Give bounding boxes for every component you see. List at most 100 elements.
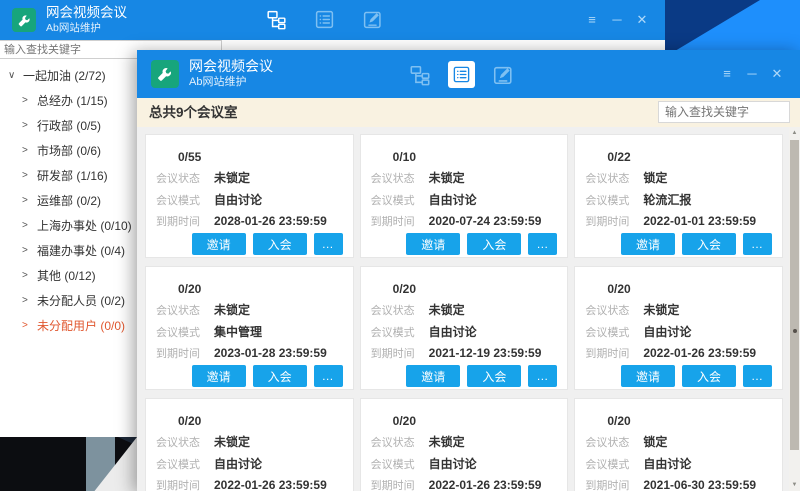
- room-status: 未锁定: [429, 169, 465, 186]
- tree-item-label: 未分配用户 (0/0): [37, 317, 125, 334]
- join-button[interactable]: 入会: [253, 365, 307, 387]
- room-mode: 自由讨论: [429, 323, 477, 340]
- minimize-icon[interactable]: ─: [610, 12, 624, 28]
- scrollbar[interactable]: ▲ ▼: [789, 127, 800, 491]
- meeting-rooms-window: 网会视频会议 Ab网站维护 ≡ ─ ✕ 总共9个会议室 例会会议室: [137, 50, 800, 491]
- close-icon[interactable]: ✕: [770, 66, 784, 82]
- chevron-icon[interactable]: >: [22, 270, 37, 281]
- summary-bar: 总共9个会议室: [137, 98, 800, 127]
- wallpaper-navy-triangle: [665, 0, 800, 50]
- close-icon[interactable]: ✕: [635, 12, 649, 28]
- expiry-label: 到期时间: [371, 345, 429, 361]
- invite-button[interactable]: 邀请: [406, 365, 460, 387]
- mode-label: 会议模式: [156, 192, 214, 208]
- room-occupancy: 0/20: [607, 414, 630, 428]
- meeting-room-card: 测试会议室8 0/20 会议状态 锁定 会议模式 自由讨论 到期时间 2021-…: [574, 398, 783, 491]
- expiry-field: 到期时间 2021-12-19 23:59:59: [371, 345, 558, 361]
- status-field: 会议状态 未锁定: [156, 433, 343, 450]
- tree-item-label: 总经办 (1/15): [37, 92, 108, 109]
- room-mode: 轮流汇报: [643, 191, 691, 208]
- join-button[interactable]: 入会: [467, 233, 521, 255]
- scroll-down-icon[interactable]: ▼: [789, 479, 800, 491]
- scroll-up-icon[interactable]: ▲: [789, 127, 800, 139]
- occupancy-row: 0/20: [585, 413, 772, 428]
- chevron-icon[interactable]: >: [22, 295, 37, 306]
- fg-titlebar: 网会视频会议 Ab网站维护 ≡ ─ ✕: [137, 50, 800, 98]
- mode-label: 会议模式: [371, 192, 429, 208]
- tree-item-label: 研发部 (1/16): [37, 167, 108, 184]
- expiry-label: 到期时间: [156, 213, 214, 229]
- room-mode: 自由讨论: [429, 455, 477, 472]
- meeting-room-card: 会议室8 0/20 会议状态 未锁定 会议模式 自由讨论 到期时间 2022-0…: [574, 266, 783, 390]
- room-mode: 集中管理: [214, 323, 262, 340]
- people-icon: [371, 149, 386, 164]
- room-status: 未锁定: [214, 301, 250, 318]
- room-status: 未锁定: [429, 433, 465, 450]
- invite-button[interactable]: 邀请: [406, 233, 460, 255]
- chevron-icon[interactable]: >: [22, 95, 37, 106]
- chevron-icon[interactable]: >: [22, 170, 37, 181]
- bg-window-controls: ≡ ─ ✕: [585, 12, 649, 28]
- occupancy-row: 0/22: [585, 149, 772, 164]
- list-view-icon[interactable]: [448, 61, 475, 88]
- room-status: 未锁定: [643, 301, 679, 318]
- scrollbar-thumb[interactable]: [790, 140, 799, 450]
- room-mode: 自由讨论: [643, 323, 691, 340]
- status-field: 会议状态 未锁定: [371, 433, 558, 450]
- room-grid: 例会会议室 0/55 会议状态 未锁定 会议模式 自由讨论 到期时间 2028-…: [137, 127, 789, 491]
- meeting-room-card: 总经办会议室 0/22 会议状态 锁定 会议模式 轮流汇报 到期时间 2022-…: [574, 134, 783, 258]
- mode-label: 会议模式: [156, 456, 214, 472]
- menu-icon[interactable]: ≡: [585, 12, 599, 28]
- mode-label: 会议模式: [585, 456, 643, 472]
- edit-icon[interactable]: [492, 64, 514, 86]
- tree-item-label: 上海办事处 (0/10): [37, 217, 132, 234]
- join-button[interactable]: 入会: [253, 233, 307, 255]
- room-occupancy: 0/55: [178, 150, 201, 164]
- meeting-room-card: 例会会议室 0/55 会议状态 未锁定 会议模式 自由讨论 到期时间 2028-…: [145, 134, 354, 258]
- chevron-icon[interactable]: ∨: [8, 70, 23, 81]
- room-occupancy: 0/20: [178, 282, 201, 296]
- list-view-icon[interactable]: [314, 9, 335, 30]
- status-field: 会议状态 锁定: [585, 169, 772, 186]
- room-search-input[interactable]: [658, 101, 790, 123]
- invite-button[interactable]: 邀请: [621, 365, 675, 387]
- join-button[interactable]: 入会: [682, 233, 736, 255]
- join-button[interactable]: 入会: [467, 365, 521, 387]
- status-label: 会议状态: [585, 302, 643, 318]
- expiry-label: 到期时间: [585, 477, 643, 491]
- more-button[interactable]: …: [314, 233, 343, 255]
- more-button[interactable]: …: [743, 365, 772, 387]
- mode-label: 会议模式: [156, 324, 214, 340]
- expiry-label: 到期时间: [371, 477, 429, 491]
- more-button[interactable]: …: [528, 233, 557, 255]
- mode-field: 会议模式 自由讨论: [156, 191, 343, 208]
- invite-button[interactable]: 邀请: [192, 365, 246, 387]
- wallpaper-light-triangle: [0, 437, 137, 491]
- join-button[interactable]: 入会: [682, 365, 736, 387]
- chevron-icon[interactable]: >: [22, 195, 37, 206]
- chevron-icon[interactable]: >: [22, 145, 37, 156]
- invite-button[interactable]: 邀请: [192, 233, 246, 255]
- edit-icon[interactable]: [362, 9, 383, 30]
- org-chart-icon[interactable]: [409, 64, 431, 86]
- tree-item-label: 行政部 (0/5): [37, 117, 101, 134]
- more-button[interactable]: …: [314, 365, 343, 387]
- card-actions: 邀请 入会 …: [585, 361, 772, 387]
- wrench-icon: [155, 64, 175, 84]
- chevron-icon[interactable]: >: [22, 220, 37, 231]
- room-status: 未锁定: [214, 169, 250, 186]
- more-button[interactable]: …: [528, 365, 557, 387]
- chevron-icon[interactable]: >: [22, 320, 37, 331]
- invite-button[interactable]: 邀请: [621, 233, 675, 255]
- app-titles: 网会视频会议 Ab网站维护: [189, 58, 273, 89]
- desktop-wallpaper-top-right: [665, 0, 800, 50]
- room-expiry: 2022-01-01 23:59:59: [643, 214, 756, 228]
- more-button[interactable]: …: [743, 233, 772, 255]
- chevron-icon[interactable]: >: [22, 245, 37, 256]
- status-label: 会议状态: [156, 170, 214, 186]
- menu-icon[interactable]: ≡: [720, 66, 734, 82]
- minimize-icon[interactable]: ─: [745, 66, 759, 82]
- chevron-icon[interactable]: >: [22, 120, 37, 131]
- org-chart-icon[interactable]: [266, 9, 287, 30]
- meeting-room-card: 语文课堂 0/20 会议状态 未锁定 会议模式 自由讨论 到期时间 2022-0…: [360, 398, 569, 491]
